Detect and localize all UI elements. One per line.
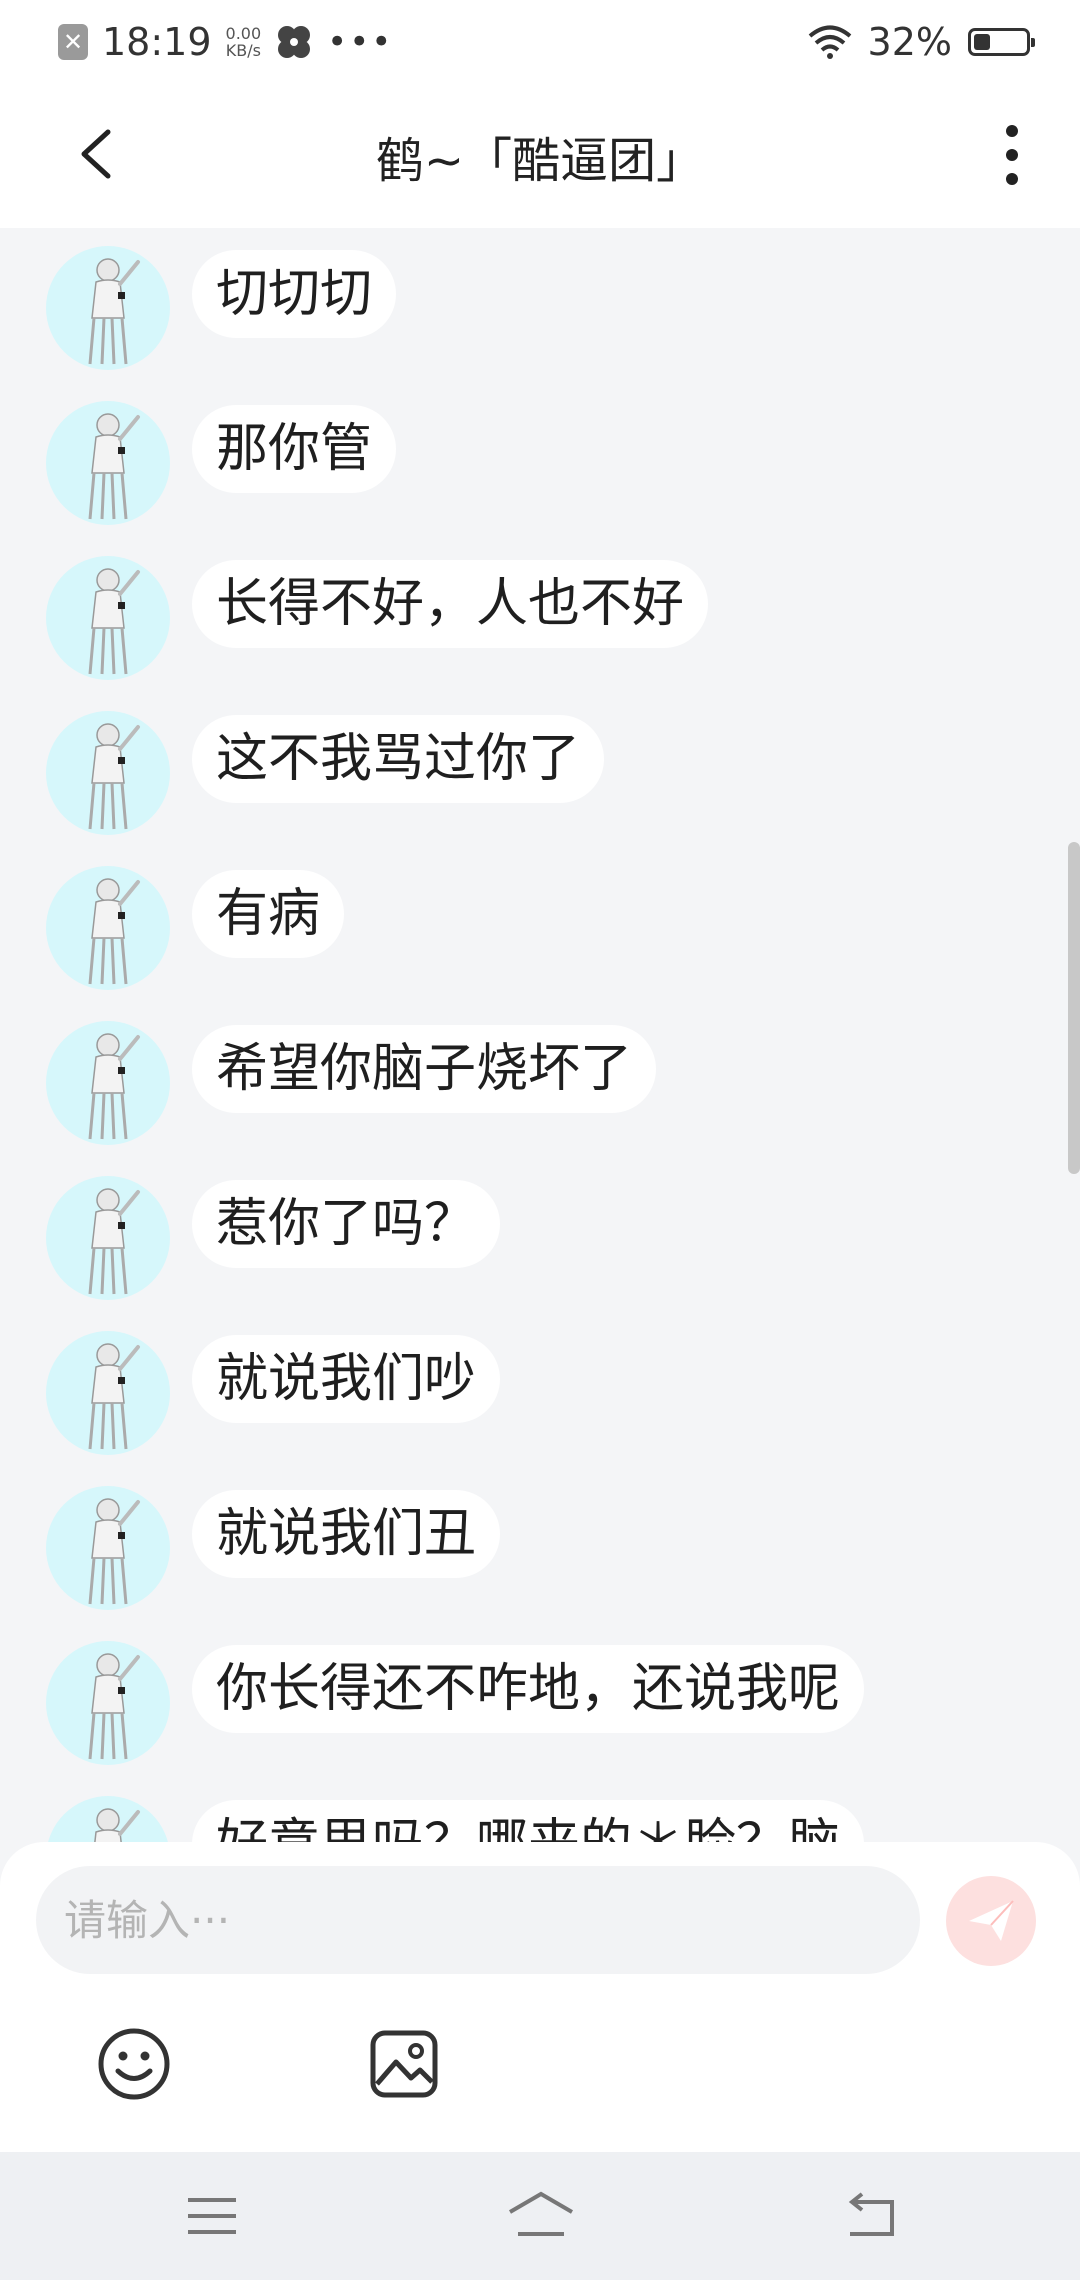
avatar[interactable] <box>46 1796 170 1842</box>
message-bubble[interactable]: 有病 <box>192 870 345 958</box>
battery-icon <box>968 28 1035 56</box>
back-icon[interactable] <box>840 2190 900 2242</box>
network-speed-unit: KB/s <box>225 41 261 60</box>
home-icon[interactable] <box>506 2190 576 2242</box>
message-row: 你长得还不咋地，还说我呢 <box>46 1641 865 1765</box>
message-bubble[interactable]: 就说我们吵 <box>192 1335 501 1423</box>
message-bubble[interactable]: 你长得还不咋地，还说我呢 <box>192 1645 865 1733</box>
pinwheel-icon <box>278 26 311 58</box>
avatar-figure-icon <box>88 878 140 985</box>
avatar-figure-icon <box>88 1188 140 1295</box>
message-row: 就说我们吵 <box>46 1331 501 1455</box>
avatar[interactable] <box>46 1486 170 1610</box>
chat-header: 鹤~「酷逼团」 <box>0 84 1080 228</box>
avatar[interactable] <box>46 401 170 525</box>
avatar-figure-icon <box>88 568 140 675</box>
avatar-figure-icon <box>88 413 140 520</box>
message-row: 这不我骂过你了 <box>46 711 605 835</box>
avatar-figure-icon <box>88 723 140 830</box>
message-bubble[interactable]: 那你管 <box>192 405 397 493</box>
close-box-icon: ✕ <box>58 24 88 60</box>
wifi-icon <box>808 25 851 59</box>
message-row: 切切切 <box>46 246 397 370</box>
status-time: 18:19 <box>102 20 212 64</box>
message-bubble[interactable]: 切切切 <box>192 250 397 338</box>
message-input[interactable] <box>36 1866 920 1974</box>
system-nav-bar <box>0 2152 1080 2280</box>
message-row: 惹你了吗？ <box>46 1176 501 1300</box>
avatar[interactable] <box>46 1021 170 1145</box>
image-icon[interactable] <box>364 2024 444 2104</box>
message-bubble[interactable]: 就说我们丑 <box>192 1490 501 1578</box>
message-row: 那你管 <box>46 401 397 525</box>
message-row: 希望你脑子烧坏了 <box>46 1021 657 1145</box>
message-row: 好意思吗？哪来的＊脸？脑 <box>46 1796 865 1842</box>
avatar-figure-icon <box>94 1808 140 1842</box>
avatar-figure-icon <box>88 258 140 365</box>
smiley-icon[interactable] <box>94 2024 174 2104</box>
message-row: 就说我们丑 <box>46 1486 501 1610</box>
battery-percent: 32% <box>867 20 952 64</box>
avatar-figure-icon <box>88 1653 140 1760</box>
battery-fill <box>974 34 990 50</box>
avatar[interactable] <box>46 556 170 680</box>
chevron-left-icon[interactable] <box>68 124 128 184</box>
message-bubble[interactable]: 这不我骂过你了 <box>192 715 605 803</box>
avatar[interactable] <box>46 1331 170 1455</box>
message-list[interactable]: 切切切那你管长得不好，人也不好 这不我骂过你了 有病希望你脑子烧坏了 惹你了吗？ 就说我… <box>0 228 1080 1842</box>
message-row: 长得不好，人也不好 <box>46 556 709 680</box>
send-button[interactable] <box>946 1876 1036 1966</box>
chat-title: 鹤~「酷逼团」 <box>375 133 705 189</box>
avatar-figure-icon <box>88 1343 140 1450</box>
message-bubble[interactable]: 长得不好，人也不好 <box>192 560 709 648</box>
avatar-figure-icon <box>88 1498 140 1605</box>
menu-icon[interactable] <box>182 2190 242 2242</box>
avatar-figure-icon <box>88 1033 140 1140</box>
message-bubble[interactable]: 希望你脑子烧坏了 <box>192 1025 657 1113</box>
avatar[interactable] <box>46 866 170 990</box>
avatar[interactable] <box>46 1641 170 1765</box>
avatar[interactable] <box>46 1176 170 1300</box>
status-bar: ✕ 18:19 0.00 KB/s ••• 32% <box>0 0 1080 84</box>
message-row: 有病 <box>46 866 345 990</box>
network-speed: 0.00 KB/s <box>226 25 262 59</box>
avatar[interactable] <box>46 711 170 835</box>
composer-panel <box>0 1842 1080 2152</box>
network-speed-value: 0.00 <box>225 24 262 43</box>
message-bubble[interactable]: 惹你了吗？ <box>192 1180 501 1268</box>
vertical-dots-icon[interactable] <box>992 122 1032 188</box>
avatar[interactable] <box>46 246 170 370</box>
more-dots-icon: ••• <box>327 22 394 62</box>
scrollbar[interactable] <box>1068 842 1080 1174</box>
message-bubble[interactable]: 好意思吗？哪来的＊脸？脑 <box>192 1800 865 1842</box>
paper-plane-icon <box>969 1900 1014 1941</box>
